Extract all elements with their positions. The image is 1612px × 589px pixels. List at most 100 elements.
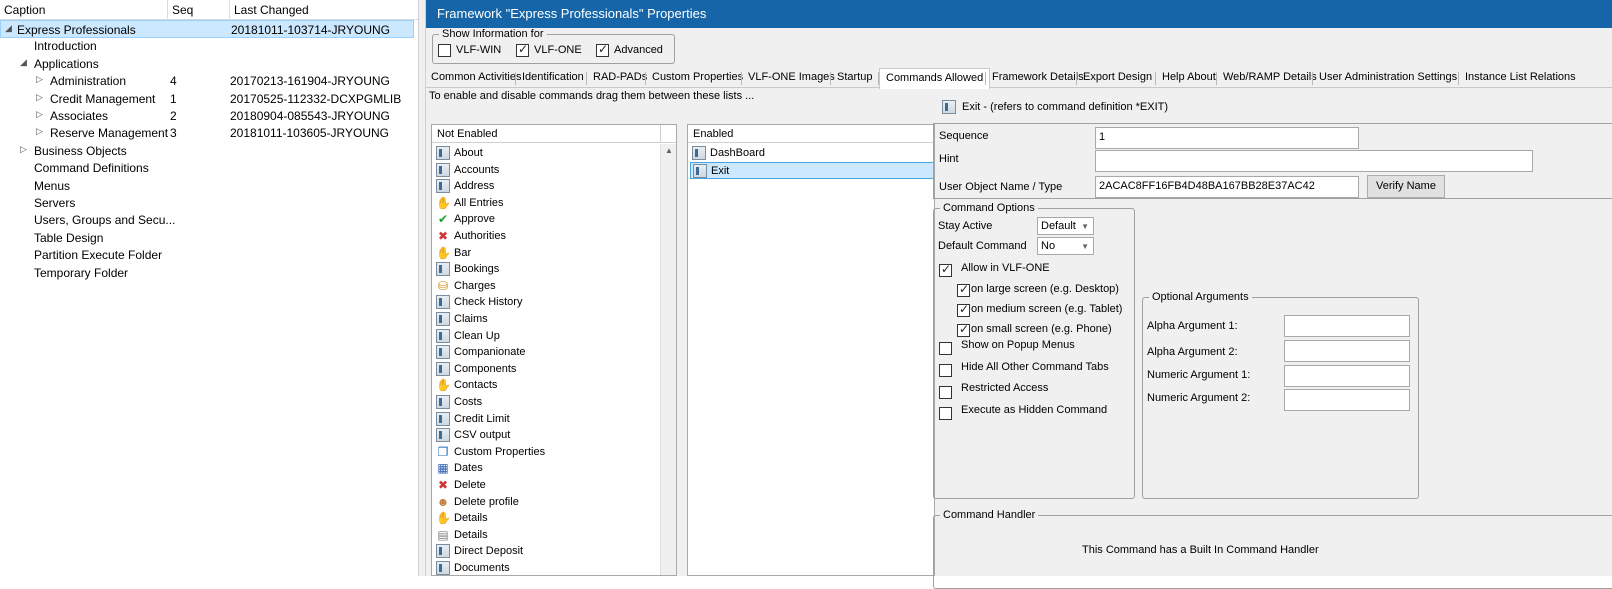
command-list-item[interactable]: ☻ Delete profile xyxy=(434,494,658,511)
command-list-item[interactable]: ▦ Dates xyxy=(434,460,658,477)
tab-framework-details[interactable]: Framework Details xyxy=(992,70,1084,88)
command-list-item[interactable]: Check History xyxy=(434,294,658,311)
command-list-item[interactable]: Credit Limit xyxy=(434,411,658,428)
user-object-input[interactable]: 2ACAC8FF16FB4D48BA167BB28E37AC42 xyxy=(1095,176,1359,198)
command-list-item[interactable]: ❐ Custom Properties xyxy=(434,444,658,461)
expanded-arrow-icon[interactable]: ◢ xyxy=(5,23,12,34)
tree-row[interactable]: ▷ Associates 2 20180904-085543-JRYOUNG xyxy=(0,107,414,125)
command-list-item[interactable]: ▤ Details xyxy=(434,527,658,544)
vlf-one-checkbox[interactable] xyxy=(516,42,529,57)
collapsed-arrow-icon[interactable]: ▷ xyxy=(20,144,27,155)
command-list-item[interactable]: ✋ Bar xyxy=(434,245,658,262)
enabled-list[interactable]: Enabled DashBoard Exit xyxy=(687,124,935,576)
sequence-input[interactable]: 1 xyxy=(1095,127,1359,149)
small-screen-checkbox[interactable] xyxy=(957,322,970,337)
not-enabled-scrollbar[interactable]: ▲ xyxy=(660,144,676,575)
tab-rad-pads[interactable]: RAD-PADs xyxy=(593,70,647,88)
tab-custom-properties[interactable]: Custom Properties xyxy=(652,70,743,88)
command-list-item[interactable]: Exit xyxy=(690,161,934,179)
tree-row[interactable]: ▷ Business Objects xyxy=(0,142,414,160)
command-list-item[interactable]: Clean Up xyxy=(434,328,658,345)
command-list-item[interactable]: ✖ Authorities xyxy=(434,228,658,245)
command-list-item[interactable]: ✋ Contacts xyxy=(434,377,658,394)
tab-separator xyxy=(586,72,587,85)
stay-active-select[interactable]: Default ▼ xyxy=(1037,217,1094,235)
allow-vlf-one-checkbox[interactable] xyxy=(939,262,952,277)
alpha-argument-2-input[interactable] xyxy=(1284,340,1410,362)
tab-help-about[interactable]: Help About xyxy=(1162,70,1216,88)
column-divider[interactable] xyxy=(229,0,230,20)
command-list-item[interactable]: About xyxy=(434,145,658,162)
command-list-item[interactable]: Accounts xyxy=(434,162,658,179)
command-list-item[interactable]: Costs xyxy=(434,394,658,411)
enabled-header[interactable]: Enabled xyxy=(688,125,934,143)
command-list-item[interactable]: Address xyxy=(434,178,658,195)
tab-separator xyxy=(830,72,831,85)
tab-common-activities[interactable]: Common Activities xyxy=(431,70,521,88)
numeric-argument-1-input[interactable] xyxy=(1284,365,1410,387)
command-list-item[interactable]: Documents xyxy=(434,560,658,577)
tree-row[interactable]: Table Design xyxy=(0,229,414,247)
hide-tabs-checkbox[interactable] xyxy=(939,364,952,377)
tab-startup[interactable]: Startup xyxy=(837,70,872,88)
seq-column-header[interactable]: Seq xyxy=(172,3,193,17)
command-list-item[interactable]: Direct Deposit xyxy=(434,543,658,560)
expanded-arrow-icon[interactable]: ◢ xyxy=(20,57,27,68)
command-list-item[interactable]: DashBoard xyxy=(690,145,934,162)
collapsed-arrow-icon[interactable]: ▷ xyxy=(36,74,43,85)
command-list-item[interactable]: ✋ Details xyxy=(434,510,658,527)
command-list-item[interactable]: Claims xyxy=(434,311,658,328)
scroll-up-arrow-icon[interactable]: ▲ xyxy=(665,146,673,155)
last-changed-column-header[interactable]: Last Changed xyxy=(234,3,309,17)
command-list-item[interactable]: Bookings xyxy=(434,261,658,278)
tab-identification[interactable]: Identification xyxy=(522,70,584,88)
tab-vlf-one-images[interactable]: VLF-ONE Images xyxy=(748,70,835,88)
not-enabled-header[interactable]: Not Enabled xyxy=(432,125,660,143)
caption-column-header[interactable]: Caption xyxy=(4,3,45,17)
tree-row[interactable]: Menus xyxy=(0,177,414,195)
framework-tree[interactable]: Caption Seq Last Changed ◢ Express Profes… xyxy=(0,0,418,576)
tab-separator xyxy=(645,72,646,85)
medium-screen-checkbox[interactable] xyxy=(957,302,970,317)
command-list-item[interactable]: Companionate xyxy=(434,344,658,361)
alpha-argument-1-input[interactable] xyxy=(1284,315,1410,337)
tab-commands-allowed[interactable]: Commands Allowed xyxy=(879,68,991,89)
popup-menus-checkbox[interactable] xyxy=(939,342,952,355)
tree-row[interactable]: Introduction xyxy=(0,37,414,55)
command-list-item[interactable]: ✋ All Entries xyxy=(434,195,658,212)
tab-web-ramp-details[interactable]: Web/RAMP Details xyxy=(1223,70,1317,88)
tree-row[interactable]: ▷ Administration 4 20170213-161904-JRYOUNG xyxy=(0,72,414,90)
restricted-access-checkbox[interactable] xyxy=(939,386,952,399)
tab-user-administration-settings[interactable]: User Administration Settings xyxy=(1319,70,1457,88)
column-divider[interactable] xyxy=(167,0,168,20)
tree-row[interactable]: Users, Groups and Secu... xyxy=(0,211,414,229)
command-list-item[interactable]: ✖ Delete xyxy=(434,477,658,494)
tree-row[interactable]: Command Definitions xyxy=(0,159,414,177)
pane-splitter[interactable] xyxy=(418,0,426,576)
tree-row[interactable]: Temporary Folder xyxy=(0,264,414,282)
command-list-item[interactable]: CSV output xyxy=(434,427,658,444)
advanced-checkbox[interactable] xyxy=(596,42,609,57)
not-enabled-list[interactable]: Not Enabled About Accounts Address ✋ All Ent… xyxy=(431,124,677,576)
default-command-select[interactable]: No ▼ xyxy=(1037,237,1094,255)
verify-name-button[interactable]: Verify Name xyxy=(1367,175,1445,198)
collapsed-arrow-icon[interactable]: ▷ xyxy=(36,109,43,120)
numeric-argument-2-input[interactable] xyxy=(1284,389,1410,411)
vlf-win-checkbox[interactable] xyxy=(438,44,451,57)
command-list-item[interactable]: ⛁ Charges xyxy=(434,278,658,295)
tree-row[interactable]: ▷ Reserve Management 3 20181011-103605-JRYO… xyxy=(0,124,414,142)
tab-export-design[interactable]: Export Design xyxy=(1083,70,1152,88)
command-list-item[interactable]: ✔ Approve xyxy=(434,211,658,228)
collapsed-arrow-icon[interactable]: ▷ xyxy=(36,92,43,103)
hidden-command-checkbox[interactable] xyxy=(939,407,952,420)
tree-row[interactable]: ▷ Credit Management 1 20170525-112332-DCXPG… xyxy=(0,90,414,108)
tree-row[interactable]: ◢ Applications xyxy=(0,55,414,73)
tree-row[interactable]: ◢ Express Professionals 20181011-103714-JR… xyxy=(0,20,414,38)
tree-row[interactable]: Partition Execute Folder xyxy=(0,246,414,264)
hint-input[interactable] xyxy=(1095,150,1533,172)
large-screen-checkbox[interactable] xyxy=(957,282,970,297)
tab-instance-list-relations[interactable]: Instance List Relations xyxy=(1465,70,1576,88)
collapsed-arrow-icon[interactable]: ▷ xyxy=(36,126,43,137)
command-list-item[interactable]: Components xyxy=(434,361,658,378)
tree-row[interactable]: Servers xyxy=(0,194,414,212)
